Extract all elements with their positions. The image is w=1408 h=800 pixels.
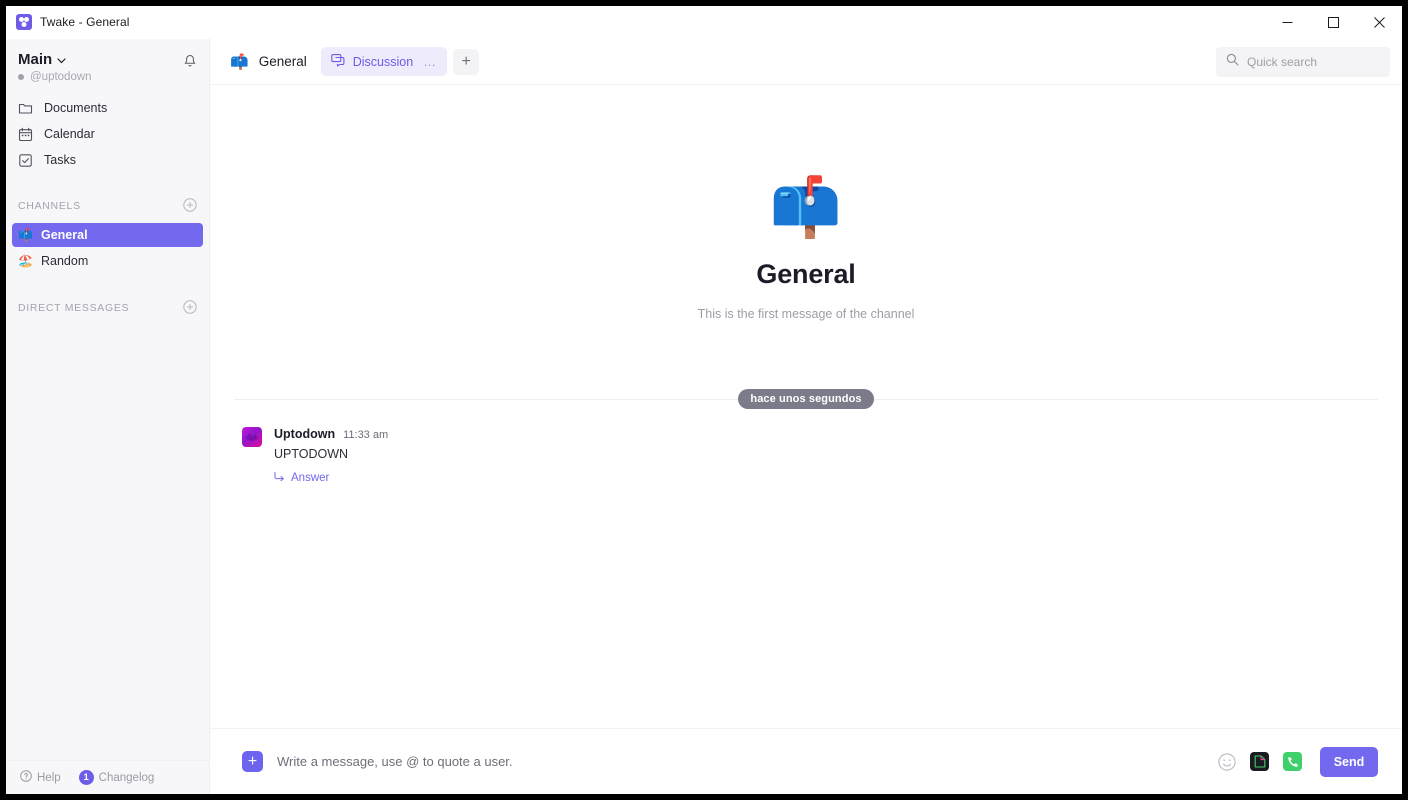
message-row: Uptodown 11:33 am UPTODOWN Answer: [210, 409, 1402, 487]
sidebar-item-label: Tasks: [44, 153, 76, 167]
message-text: UPTODOWN: [274, 447, 349, 461]
welcome-subtitle: This is the first message of the channel: [697, 307, 915, 321]
tab-discussion[interactable]: Discussion …: [320, 47, 448, 76]
add-direct-message-button[interactable]: [183, 299, 197, 317]
sidebar-item-documents[interactable]: Documents: [6, 95, 209, 121]
sidebar-item-tasks[interactable]: Tasks: [6, 147, 209, 173]
message-input[interactable]: [277, 754, 1204, 769]
sidebar-item-label: Documents: [44, 101, 108, 115]
help-label: Help: [37, 771, 61, 784]
channel-topbar: 📫 General Discussion … +: [210, 39, 1402, 85]
section-title: CHANNELS: [18, 200, 81, 212]
message-header: Uptodown 11:33 am: [274, 427, 1378, 441]
calendar-icon: [18, 127, 33, 142]
channel-item-random[interactable]: 🏖️ Random: [12, 249, 203, 273]
add-tab-button[interactable]: +: [453, 48, 480, 75]
reply-arrow-icon: [274, 471, 285, 485]
changelog-label: Changelog: [98, 771, 155, 784]
chevron-down-icon: [57, 51, 66, 68]
file-attachment-icon[interactable]: [1250, 752, 1269, 771]
title-bar-left: Twake - General: [6, 14, 130, 30]
workspace-handle-row: @uptodown: [18, 71, 183, 83]
main-panel: 📫 General Discussion … + Quick search 📫 …: [210, 39, 1402, 794]
close-button[interactable]: [1356, 6, 1402, 39]
quick-search[interactable]: [1216, 46, 1390, 77]
message-list: 📫 General This is the first message of t…: [210, 85, 1402, 728]
workspace-name: Main: [18, 51, 53, 68]
avatar[interactable]: [242, 427, 262, 447]
window-controls: [1264, 6, 1402, 39]
window-title: Twake - General: [40, 15, 130, 29]
message-time: 11:33 am: [343, 429, 389, 441]
task-check-icon: [18, 153, 33, 168]
current-channel-title[interactable]: 📫 General: [226, 53, 321, 71]
composer-actions: Send: [1218, 746, 1378, 777]
date-pill: hace unos segundos: [738, 389, 874, 409]
message-author: Uptodown: [274, 427, 336, 441]
search-icon: [1226, 53, 1239, 71]
emoji-icon[interactable]: [1218, 752, 1236, 771]
maximize-button[interactable]: [1310, 6, 1356, 39]
app-window: Twake - General Main @uptodown Documents…: [6, 6, 1402, 794]
sidebar-footer: Help 1 Changelog: [6, 760, 209, 794]
mailbox-icon: 📫: [18, 228, 33, 242]
folder-icon: [18, 101, 33, 116]
add-channel-button[interactable]: [183, 197, 197, 215]
sidebar-item-label: Calendar: [44, 127, 95, 141]
sidebar-item-calendar[interactable]: Calendar: [6, 121, 209, 147]
workspace-switcher[interactable]: Main: [18, 51, 183, 68]
section-header-channels: CHANNELS: [6, 195, 209, 217]
send-button[interactable]: Send: [1320, 746, 1378, 777]
channel-name: General: [258, 54, 307, 69]
channel-welcome: 📫 General This is the first message of t…: [210, 85, 1402, 322]
minimize-button[interactable]: [1264, 6, 1310, 39]
section-title: DIRECT MESSAGES: [18, 302, 130, 314]
workspace-handle: @uptodown: [30, 71, 92, 83]
sidebar-nav: Documents Calendar Tasks: [6, 95, 209, 173]
workspace-names: Main @uptodown: [18, 51, 183, 83]
bell-icon[interactable]: [183, 51, 197, 74]
answer-label: Answer: [291, 472, 330, 484]
tab-more-icon[interactable]: …: [421, 54, 437, 69]
tab-label: Discussion: [352, 54, 414, 69]
channel-label: Random: [41, 254, 89, 268]
mailbox-icon: 📫: [769, 175, 843, 240]
changelog-badge: 1: [78, 770, 94, 785]
title-bar: Twake - General: [6, 6, 1402, 39]
workspace-header[interactable]: Main @uptodown: [6, 39, 209, 85]
answer-button[interactable]: Answer: [274, 471, 329, 485]
chat-bubble-icon: [330, 53, 345, 70]
mailbox-icon: 📫: [230, 53, 249, 71]
message-body: Uptodown 11:33 am UPTODOWN Answer: [274, 427, 1378, 487]
help-circle-icon: [20, 770, 32, 785]
window-body: Main @uptodown Documents Calendar Tasks …: [6, 39, 1402, 794]
sidebar: Main @uptodown Documents Calendar Tasks …: [6, 39, 210, 794]
parasol-icon: 🏖️: [18, 254, 33, 268]
channel-item-general[interactable]: 📫 General: [12, 223, 203, 247]
status-dot-icon: [18, 74, 24, 80]
phone-call-icon[interactable]: [1283, 752, 1302, 771]
channel-label: General: [41, 228, 88, 242]
plus-square-icon[interactable]: +: [242, 751, 263, 772]
twake-logo-icon: [16, 14, 32, 30]
search-input[interactable]: [1247, 54, 1380, 69]
date-divider: hace unos segundos: [210, 389, 1402, 409]
channel-list: 📫 General 🏖️ Random: [6, 223, 209, 275]
changelog-button[interactable]: 1 Changelog: [78, 770, 155, 785]
help-button[interactable]: Help: [20, 770, 61, 785]
section-header-direct-messages: DIRECT MESSAGES: [6, 297, 209, 319]
welcome-title: General: [756, 259, 856, 289]
message-composer: + Send: [210, 728, 1402, 794]
